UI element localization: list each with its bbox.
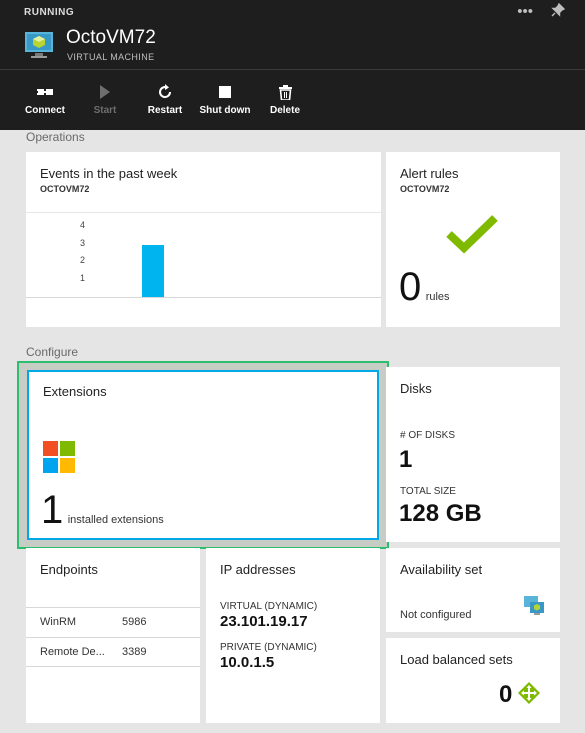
disks-size-label: TOTAL SIZE: [400, 486, 456, 497]
logo-square-blue: [43, 458, 58, 473]
y-tick-label: 1: [80, 272, 86, 283]
private-ip-label: PRIVATE (DYNAMIC): [220, 642, 317, 653]
disks-count-label: # OF DISKS: [400, 430, 456, 441]
disks-tile[interactable]: Disks # OF DISKS 1 TOTAL SIZE 128 GB: [386, 367, 560, 542]
availability-set-icon: [523, 595, 545, 620]
extensions-tile[interactable]: Extensions 1 installed extensions: [27, 370, 379, 540]
events-chart: 4 3 2 1: [26, 212, 381, 298]
extensions-count-row: 1 installed extensions: [41, 490, 164, 530]
virtual-ip-label: VIRTUAL (DYNAMIC): [220, 601, 318, 612]
restart-icon: [135, 82, 195, 102]
disks-title: Disks: [400, 381, 432, 396]
start-button[interactable]: Start: [75, 82, 135, 116]
load-balancer-icon: [518, 682, 540, 709]
endpoint-port: 5986: [122, 616, 147, 628]
restart-button[interactable]: Restart: [135, 82, 195, 116]
configure-section-label: Configure: [26, 345, 79, 359]
disks-count: 1: [399, 446, 413, 473]
virtual-machine-icon: [24, 31, 54, 59]
endpoint-name: Remote De...: [40, 646, 105, 658]
endpoints-tile[interactable]: Endpoints WinRM 5986 Remote De... 3389: [26, 548, 200, 723]
start-label: Start: [93, 105, 117, 116]
trash-icon: [255, 82, 315, 102]
delete-button[interactable]: Delete: [255, 82, 315, 116]
events-vm-name: OCTOVM72: [40, 184, 90, 194]
extensions-count: 1: [41, 488, 64, 532]
logo-square-red: [43, 441, 58, 456]
header-divider: [0, 69, 585, 70]
alert-rules-unit: rules: [425, 291, 450, 303]
load-balanced-sets-tile[interactable]: Load balanced sets 0: [386, 638, 560, 723]
availability-set-value: Not configured: [400, 609, 472, 621]
windows-logo-icon: [43, 441, 75, 473]
availability-set-tile[interactable]: Availability set Not configured: [386, 548, 560, 632]
alert-rules-count-row: 0 rules: [399, 267, 450, 307]
alert-rules-title: Alert rules: [400, 166, 459, 181]
alert-rules-count: 0: [399, 265, 422, 309]
connect-button[interactable]: Connect: [15, 82, 75, 116]
table-row[interactable]: WinRM 5986: [26, 607, 200, 637]
ip-addresses-title: IP addresses: [220, 562, 296, 577]
connect-icon: [15, 82, 75, 102]
checkmark-icon: [446, 214, 498, 259]
logo-square-yellow: [60, 458, 75, 473]
pin-icon[interactable]: [551, 2, 566, 21]
shut-down-button[interactable]: Shut down: [195, 82, 255, 116]
play-icon: [75, 82, 135, 102]
y-tick-label: 4: [80, 220, 86, 230]
private-ip-value: 10.0.1.5: [220, 654, 275, 671]
virtual-ip-value: 23.101.19.17: [220, 613, 308, 630]
page-subtitle: VIRTUAL MACHINE: [67, 52, 155, 62]
stop-icon: [195, 82, 255, 102]
chart-baseline: [26, 297, 381, 298]
endpoint-port: 3389: [122, 646, 147, 658]
ip-addresses-tile[interactable]: IP addresses VIRTUAL (DYNAMIC) 23.101.19…: [206, 548, 380, 723]
load-balanced-sets-count: 0: [499, 681, 513, 708]
endpoints-title: Endpoints: [40, 562, 98, 577]
extensions-title: Extensions: [43, 384, 107, 399]
restart-label: Restart: [147, 105, 183, 116]
alert-rules-tile[interactable]: Alert rules OCTOVM72 0 rules: [386, 152, 560, 327]
y-tick-label: 2: [80, 255, 86, 265]
operations-section-label: Operations: [26, 130, 85, 144]
table-row[interactable]: Remote De... 3389: [26, 637, 200, 667]
more-icon[interactable]: •••: [517, 3, 533, 21]
events-title: Events in the past week: [40, 166, 178, 181]
status-label: RUNNING: [24, 7, 75, 18]
y-tick-label: 3: [80, 237, 86, 248]
extensions-highlight: Extensions 1 installed extensions: [17, 361, 389, 549]
availability-set-title: Availability set: [400, 562, 483, 577]
alert-rules-vm-name: OCTOVM72: [400, 184, 450, 194]
endpoint-name: WinRM: [40, 616, 77, 628]
page-title: OctoVM72: [66, 27, 156, 48]
disks-size: 128 GB: [399, 500, 482, 527]
delete-label: Delete: [269, 105, 300, 116]
connect-label: Connect: [25, 105, 65, 116]
events-tile[interactable]: Events in the past week OCTOVM72 4 3 2 1: [26, 152, 381, 327]
extensions-unit: installed extensions: [67, 514, 164, 526]
events-bar[interactable]: [142, 244, 164, 297]
logo-square-green: [60, 441, 75, 456]
header-actions: •••: [517, 2, 566, 21]
shut-down-label: Shut down: [199, 105, 251, 116]
load-balanced-sets-title: Load balanced sets: [400, 652, 513, 667]
blade-header: RUNNING ••• OctoVM72 VIRTUAL MACHINE Con…: [0, 0, 585, 130]
